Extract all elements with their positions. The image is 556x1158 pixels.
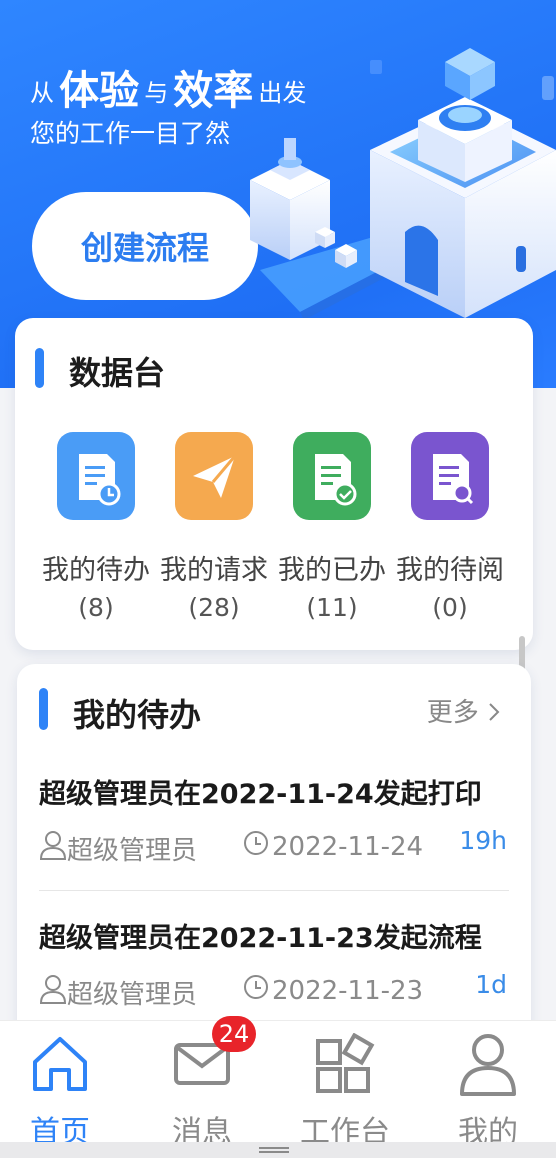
todo-item-date-text: 2022-11-23	[272, 975, 424, 1006]
person-icon	[39, 974, 67, 1011]
hero-subtitle: 您的工作一目了然	[30, 119, 231, 148]
todo-item-ago: 1d	[475, 970, 507, 999]
document-clock-icon	[57, 432, 135, 520]
unread-badge: 24	[212, 1016, 256, 1052]
stat-label: 我的待阅	[396, 555, 504, 586]
todo-item-user-name: 超级管理员	[67, 980, 198, 1010]
document-search-icon	[411, 432, 489, 520]
todo-item-date: 2022-11-24	[243, 830, 423, 863]
todo-item-title: 超级管理员在2022-11-23发起流程	[39, 923, 482, 954]
stat-my-toread[interactable]: 我的待阅 (0)	[391, 432, 509, 622]
user-icon	[428, 1027, 548, 1101]
data-panel-card: 数据台 我的待办 (8) 我的请求 (28) 我的已办 (11) 我的待阅 (0…	[15, 318, 533, 650]
more-link[interactable]: 更多	[427, 692, 501, 729]
clock-icon	[243, 974, 272, 1007]
section-accent-bar	[35, 348, 44, 388]
tab-home[interactable]: 首页	[0, 1027, 120, 1151]
create-process-button[interactable]: 创建流程	[32, 192, 258, 300]
apps-icon	[285, 1027, 405, 1101]
section-accent-bar	[39, 688, 48, 730]
stat-my-done[interactable]: 我的已办 (11)	[273, 432, 391, 622]
todo-title: 我的待办	[73, 696, 202, 734]
tab-profile[interactable]: 我的	[428, 1027, 548, 1151]
data-panel-title: 数据台	[69, 354, 166, 392]
stat-count: (28)	[188, 593, 240, 622]
home-icon	[0, 1027, 120, 1101]
todo-item-user-name: 超级管理员	[67, 836, 198, 866]
stat-label: 我的待办	[42, 555, 150, 586]
todo-item-date-text: 2022-11-24	[272, 831, 424, 862]
stat-my-todo[interactable]: 我的待办 (8)	[37, 432, 155, 622]
stat-count: (0)	[432, 593, 468, 622]
more-label: 更多	[426, 698, 479, 728]
todo-item-ago: 19h	[459, 826, 507, 855]
system-home-indicator	[0, 1142, 556, 1158]
tab-workbench[interactable]: 工作台	[285, 1027, 405, 1151]
stat-count: (11)	[306, 593, 358, 622]
isometric-building-illustration	[250, 48, 556, 320]
hero-title-prefix: 从	[30, 79, 54, 107]
todo-item-user: 超级管理员	[39, 974, 197, 1011]
divider	[39, 890, 509, 891]
todo-item-title: 超级管理员在2022-11-24发起打印	[39, 779, 482, 810]
todo-item-user: 超级管理员	[39, 830, 197, 867]
hero-title-word1: 体验	[59, 68, 140, 114]
stat-my-request[interactable]: 我的请求 (28)	[155, 432, 273, 622]
person-icon	[39, 830, 67, 867]
stat-label: 我的请求	[160, 555, 268, 586]
document-check-icon	[293, 432, 371, 520]
stat-count: (8)	[78, 593, 114, 622]
clock-icon	[243, 830, 272, 863]
chevron-right-icon	[487, 698, 501, 728]
menu-handle-icon	[259, 1147, 289, 1149]
stat-label: 我的已办	[278, 555, 386, 586]
hero-title-mid: 与	[144, 79, 169, 107]
paper-plane-icon	[175, 432, 253, 520]
todo-item-date: 2022-11-23	[243, 974, 423, 1007]
bottom-tab-bar: 首页 消息 24 工作台 我的	[0, 1016, 556, 1150]
